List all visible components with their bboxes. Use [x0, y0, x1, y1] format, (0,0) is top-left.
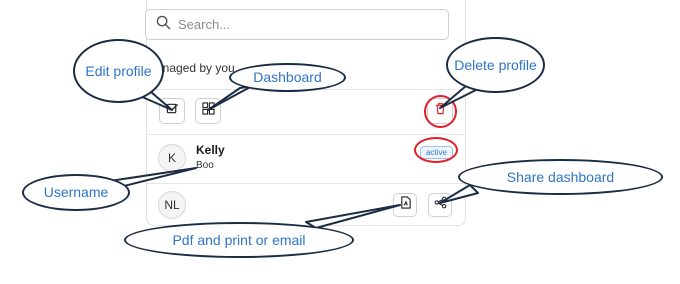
highlight-ring — [424, 95, 457, 128]
pdf-print-email-button[interactable] — [393, 193, 417, 217]
user-name: Kelly — [196, 143, 225, 157]
avatar: NL — [158, 191, 186, 219]
share-dashboard-button[interactable] — [428, 193, 452, 217]
pdf-icon — [399, 196, 412, 214]
share-icon — [434, 196, 447, 214]
search-icon — [156, 15, 171, 35]
avatar: K — [158, 144, 186, 172]
edit-profile-button[interactable] — [159, 98, 185, 124]
user-subtitle: Boo — [196, 160, 214, 171]
callout-pdf-print-email: Pdf and print or email — [124, 222, 354, 258]
callout-share-dashboard: Share dashboard — [458, 159, 663, 195]
highlight-ring — [414, 137, 458, 163]
divider — [146, 134, 466, 135]
divider — [146, 183, 466, 184]
callout-dashboard: Dashboard — [229, 63, 346, 92]
callout-edit-profile: Edit profile — [73, 39, 164, 103]
edit-icon — [166, 102, 179, 120]
search-input[interactable]: Search... — [145, 9, 449, 40]
dashboard-button[interactable] — [195, 98, 221, 124]
callout-username: Username — [22, 174, 130, 211]
search-placeholder: Search... — [178, 17, 231, 32]
dashboard-icon — [201, 102, 215, 120]
callout-delete-profile: Delete profile — [446, 37, 545, 93]
